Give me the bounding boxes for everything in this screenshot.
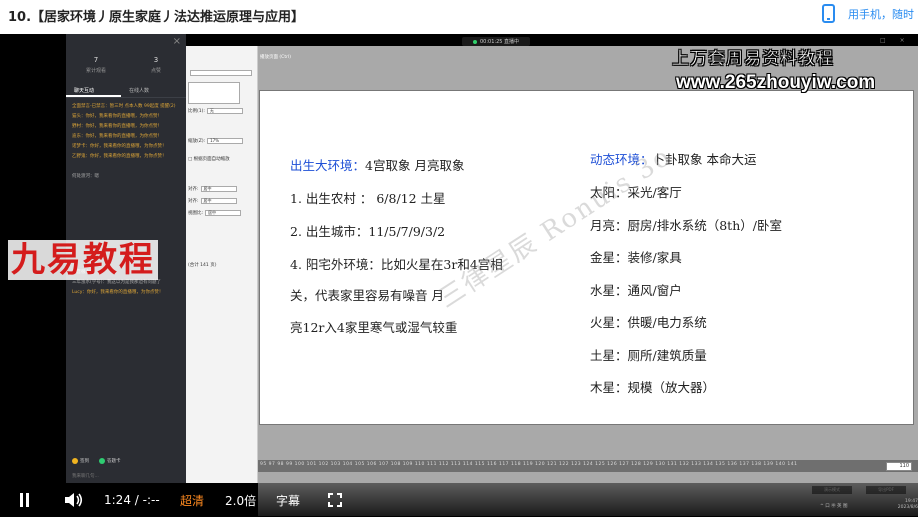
slide-line: 水星：通风/窗户: [590, 283, 682, 298]
slide-heading: 出生大环境：: [290, 158, 366, 173]
close-icon[interactable]: ×: [173, 36, 181, 47]
page-title: 10.【居家环境丿原生家庭丿法达推运原理与应用】: [8, 10, 305, 25]
page-number-input[interactable]: 110: [886, 462, 912, 471]
sign-in-label: 签到: [80, 459, 89, 464]
watermark-jiuyi: 九易教程: [8, 240, 158, 280]
settings-row: 比例(1): 无: [188, 108, 243, 114]
settings-dialog: 比例(1): 无 缩放(Z): 17% □ 根据页面自动缩放 对齐: 居中 对齐: 居中…: [186, 46, 258, 483]
chat-tabs: 聊天互动 在线人数: [66, 84, 186, 98]
stat-likes-label: 点赞: [150, 68, 161, 74]
chat-message: 野村：你好，我来看你的直播哦，为你点赞！: [72, 124, 162, 129]
settings-label: 对齐:: [188, 187, 199, 192]
chat-message: 三年浊水(学号)：我这以为是我那边有问题了: [72, 280, 162, 285]
phone-icon: [822, 4, 835, 23]
stat-likes-number: 3: [153, 56, 159, 64]
sign-in-icon: [72, 458, 78, 464]
chat-input[interactable]: 我来聊几句...: [72, 473, 99, 479]
playback-time: 1:24 / -:--: [104, 493, 160, 507]
settings-row: □ 根据页面自动缩放: [188, 156, 230, 162]
stat-views-number: 7: [93, 56, 99, 64]
answer-card-icon: [99, 458, 105, 464]
volume-icon[interactable]: [64, 491, 84, 509]
settings-label: 视图比:: [188, 211, 204, 216]
slide-line: 亮12r入4家里寒气或湿气较重: [290, 320, 458, 335]
settings-label: 对齐:: [188, 199, 199, 204]
settings-select[interactable]: 17%: [207, 138, 244, 144]
settings-row: 对齐: 居中: [188, 186, 237, 192]
tab-online[interactable]: 在线人数: [121, 84, 176, 97]
tab-chat[interactable]: 聊天互动: [66, 84, 121, 97]
slide-page-numbers: 95 97 98 99 100 101 102 103 104 105 106 …: [260, 462, 798, 467]
slide-text: 4宫取象 月亮取象: [365, 158, 465, 173]
presentation-slide: 出生大环境：4宫取象 月亮取象 1. 出生农村 ： 6/8/12 土星 2. 出…: [259, 90, 914, 425]
pause-icon[interactable]: [20, 491, 32, 509]
window-controls[interactable]: □ ×: [880, 37, 911, 44]
settings-select[interactable]: 居中: [200, 186, 237, 192]
settings-select[interactable]: 无: [206, 108, 243, 114]
recording-time: 00:01:25 直播中: [479, 39, 520, 45]
settings-textbox[interactable]: [188, 82, 240, 104]
slide-line: 土星：厕所/建筑质量: [590, 348, 707, 363]
stat-views: 7 累计观看: [66, 56, 126, 74]
chat-actions: 签到 答题卡: [72, 458, 131, 464]
settings-select[interactable]: 居中: [205, 210, 242, 216]
slide-line: 火星：供暖/电力系统: [590, 315, 707, 330]
slide-header: 播放页面 (Ctrl): [260, 55, 291, 60]
video-player[interactable]: × 7 累计观看 3 点赞 聊天互动 在线人数 全面禁言-已禁言：暂三时 点本人…: [0, 34, 918, 517]
settings-label[interactable]: □ 根据页面自动缩放: [188, 156, 230, 162]
chat-message: 猫头：你好，我来看你的直播哦，为你点赞！: [72, 114, 162, 119]
slide-line: 关，代表家里容易有噪音 月: [290, 288, 444, 303]
mobile-watch-link[interactable]: 用手机，随时: [822, 4, 914, 23]
answer-card-button[interactable]: 答题卡: [99, 458, 121, 464]
recording-dot-icon: [472, 39, 477, 44]
chat-stats: 7 累计观看 3 点赞: [66, 56, 186, 74]
settings-row: 对齐: 居中: [188, 198, 237, 204]
settings-label: (合计 141 页): [188, 263, 217, 268]
slide-line: 2. 出生城市：11/5/7/9/3/2: [290, 224, 446, 239]
system-tray: ^ 口 ㊥ 英 图: [820, 504, 848, 509]
settings-label: 比例(1):: [188, 109, 205, 114]
chat-message: Lucy：你好，我来看你的直播哦，为你点赞！: [72, 290, 164, 295]
fullscreen-icon[interactable]: [328, 491, 342, 509]
settings-row: (合计 141 页): [188, 262, 216, 268]
player-controls: 1:24 / -:-- 超清 2.0倍 字幕 ^ 口 ㊥ 英 图 19:47 2…: [0, 483, 918, 517]
slide-line: 出生大环境：4宫取象 月亮取象: [290, 155, 464, 174]
chat-message: 诺梦卡：你好，我来看你的直播哦，为你点赞！: [72, 144, 167, 149]
system-clock: 19:47 2023/8/6: [897, 499, 918, 510]
sign-in-button[interactable]: 签到: [72, 458, 89, 464]
settings-select[interactable]: 居中: [200, 198, 237, 204]
settings-select[interactable]: [190, 70, 252, 76]
speed-button[interactable]: 2.0倍: [225, 491, 256, 509]
top-bar: 10.【居家环境丿原生家庭丿法达推运原理与应用】 用手机，随时: [0, 0, 918, 34]
settings-row: 视图比: 居中: [188, 210, 242, 216]
chat-message: 全面禁言-已禁言：暂三时 点本人数 99起度 提醒(2): [72, 104, 176, 109]
settings-row: 缩放(Z): 17%: [188, 138, 244, 144]
slide-line: 金星：装修/家具: [590, 250, 682, 265]
page-root: 10.【居家环境丿原生家庭丿法达推运原理与应用】 用手机，随时 × 7 累计观看…: [0, 0, 918, 517]
watermark-url: www.265zhouyiw.com: [676, 72, 876, 93]
watermark-title: 上万套周易资料教程: [672, 49, 834, 69]
settings-label: 缩放(Z):: [188, 139, 206, 144]
slide-line: 1. 出生农村 ： 6/8/12 土星: [290, 191, 446, 206]
slide-line: 月亮：厨房/排水系统（8th）/卧室: [590, 218, 782, 233]
slide-line: 木星：规模（放大器）: [590, 380, 716, 395]
subtitle-button[interactable]: 字幕: [276, 491, 300, 509]
chat-message: 迪东：你好，我来看你的直播哦，为你点赞！: [72, 134, 162, 139]
quality-button[interactable]: 超清: [180, 491, 204, 509]
settings-row: [188, 82, 240, 104]
answer-card-label: 答题卡: [107, 459, 121, 464]
slide-thumbnail-strip[interactable]: 95 97 98 99 100 101 102 103 104 105 106 …: [258, 460, 918, 472]
settings-row: [188, 70, 252, 76]
recording-indicator: 00:01:25 直播中: [462, 37, 530, 46]
stat-views-label: 累计观看: [85, 68, 106, 74]
chat-message: 何处渡河：嗯: [72, 174, 99, 179]
stat-likes: 3 点赞: [126, 56, 186, 74]
chat-message: 乙野鬼：你好，我来看你的直播哦，为你点赞！: [72, 154, 167, 159]
mobile-watch-text: 用手机，随时: [848, 7, 914, 21]
